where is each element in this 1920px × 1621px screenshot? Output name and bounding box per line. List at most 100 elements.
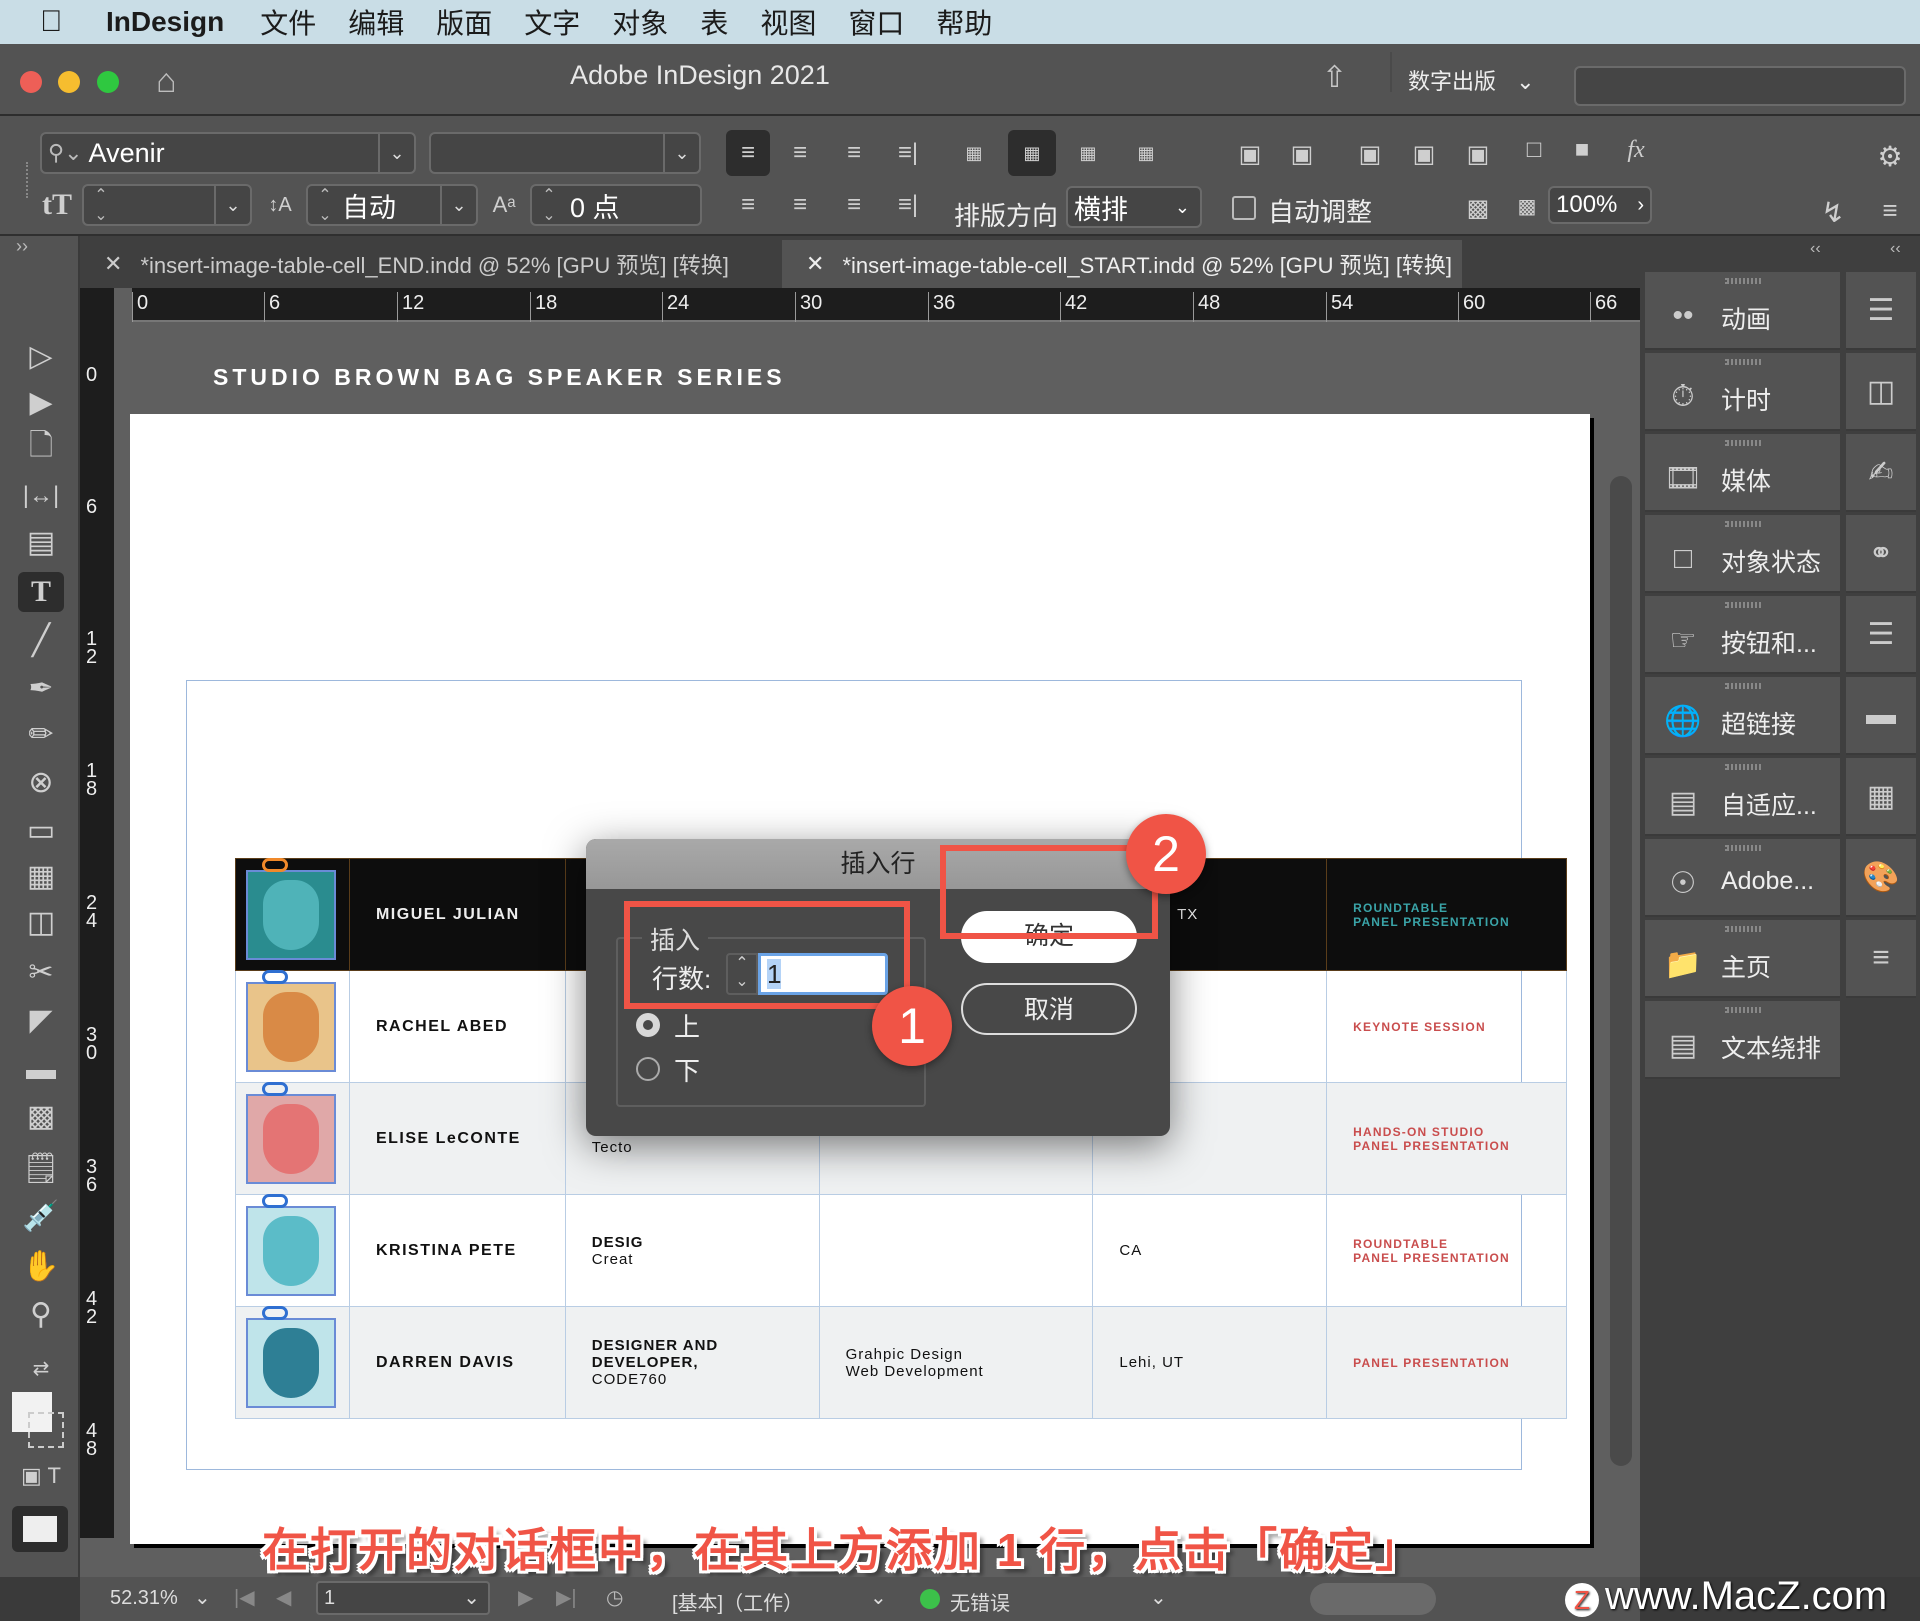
gradient-swatch-tool-icon[interactable]: ▬ — [18, 1050, 64, 1090]
session-cell[interactable]: ROUNDTABLE PANEL PRESENTATION — [1326, 1194, 1567, 1307]
menu-view[interactable]: 视图 — [760, 2, 816, 42]
content-collector-icon[interactable]: ▤ — [18, 522, 64, 562]
selection-tool-icon[interactable]: ▷ — [18, 336, 64, 376]
vertical-scrollbar[interactable] — [1610, 476, 1632, 1466]
drop-shadow-icon[interactable]: ■ — [1562, 130, 1602, 170]
tab-end-document[interactable]: ✕ *insert-image-table-cell_END.indd @ 52… — [80, 240, 780, 288]
last-page-icon[interactable]: ▶| — [556, 1585, 577, 1610]
menu-object[interactable]: 对象 — [612, 2, 668, 42]
radio-below[interactable] — [636, 1057, 660, 1081]
grid-middle-icon[interactable]: ▦ — [1008, 130, 1056, 176]
hand-tool-icon[interactable]: ✋ — [18, 1246, 64, 1286]
font-style-field[interactable]: ⌄ — [429, 132, 701, 174]
radio-above[interactable] — [636, 1013, 660, 1037]
swap-fill-stroke-icon[interactable]: ⇄ — [18, 1348, 64, 1388]
layers-icon[interactable]: ☰ — [1846, 596, 1916, 674]
gap-tool-icon[interactable]: |↔| — [18, 476, 64, 516]
panel-grip[interactable] — [1725, 359, 1761, 365]
page-tool-icon[interactable]: 🗋 — [18, 428, 64, 468]
content-aware-fit-icon[interactable]: ▩ — [1456, 188, 1500, 228]
panel-grip[interactable] — [26, 162, 30, 198]
effects-icon[interactable]: fx — [1616, 130, 1656, 170]
horizontal-scrollbar[interactable] — [1310, 1583, 1436, 1615]
align-right-icon[interactable]: ≡ — [832, 130, 876, 176]
swatches-icon[interactable]: ▦ — [1846, 758, 1916, 836]
grid-tool-icon[interactable]: ◫ — [18, 902, 64, 942]
title-cell[interactable]: DESIGNER AND DEVELOPER, CODE760 — [564, 1306, 820, 1419]
properties-icon[interactable]: ☰ — [1846, 272, 1916, 350]
panel-grip[interactable] — [1725, 926, 1761, 932]
zoom-level[interactable]: 52.31% — [110, 1587, 178, 1610]
gradient-icon[interactable]: ▬ — [1846, 677, 1916, 755]
name-cell[interactable]: ELISE LeCONTE — [348, 1082, 566, 1195]
session-cell[interactable]: HANDS-ON STUDIO PANEL PRESENTATION — [1326, 1082, 1567, 1195]
ellipse-frame-tool-icon[interactable]: ⊗ — [18, 762, 64, 802]
align-left-icon[interactable]: ≡ — [726, 130, 770, 176]
stepper-icon[interactable]: ⌃ ⌄ — [308, 185, 342, 225]
direct-selection-tool-icon[interactable]: ▶ — [18, 382, 64, 422]
menu-type[interactable]: 文字 — [524, 2, 580, 42]
justify-left-icon[interactable]: ≡ — [726, 182, 770, 228]
stepper-icon[interactable]: ⌃ ⌄ — [532, 185, 566, 225]
eyedropper-tool-icon[interactable]: 💉 — [18, 1196, 64, 1236]
font-family-field[interactable]: ⚲⌄ Avenir ⌄ — [40, 132, 416, 174]
horizontal-ruler[interactable]: 0 6 12 18 24 30 36 42 48 54 60 66 — [132, 288, 1640, 322]
line-tool-icon[interactable]: ╱ — [18, 620, 64, 660]
menu-layout[interactable]: 版面 — [436, 2, 492, 42]
links-icon[interactable]: ⚭ — [1846, 515, 1916, 593]
workspace-switcher[interactable]: 数字出版 ⌄ — [1408, 64, 1535, 96]
scissors-tool-icon[interactable]: ✂ — [18, 952, 64, 992]
avatar[interactable] — [246, 857, 336, 960]
baseline-shift-field[interactable]: ⌃ ⌄ 0 点 — [530, 184, 702, 226]
justify-center-icon[interactable]: ≡ — [778, 182, 822, 228]
fill-frame-proportionally-icon[interactable]: ▣ — [1348, 132, 1392, 176]
quick-apply-icon[interactable]: ↯ — [1818, 192, 1848, 232]
collapse-panel-icon[interactable]: ‹‹ — [1810, 240, 1821, 258]
chevron-right-icon[interactable]: › — [1637, 194, 1644, 217]
free-transform-tool-icon[interactable]: ◤ — [18, 1000, 64, 1040]
avatar[interactable] — [246, 1305, 336, 1408]
formatting-container-icon[interactable]: ▣ T — [18, 1456, 64, 1496]
session-cell[interactable]: PANEL PRESENTATION — [1326, 1306, 1567, 1419]
chevron-down-icon[interactable]: ⌄ — [194, 1585, 211, 1610]
grid-top-icon[interactable]: ▦ — [952, 130, 996, 176]
rectangle-tool-icon[interactable]: ▭ — [18, 810, 64, 850]
gear-icon[interactable]: ⚙ — [1872, 138, 1908, 174]
panel-item-liquid-layout[interactable]: ▤ 自适应... — [1645, 758, 1840, 836]
chevron-down-icon[interactable]: ⌄ — [1150, 1585, 1167, 1610]
panel-grip[interactable] — [1725, 764, 1761, 770]
center-content-icon[interactable]: ▣ — [1456, 132, 1500, 176]
page-number-field[interactable]: 1 ⌄ — [316, 1581, 490, 1615]
menu-help[interactable]: 帮助 — [936, 2, 992, 42]
pages-split-icon[interactable]: ◫ — [1846, 353, 1916, 431]
previous-page-icon[interactable]: ◀ — [276, 1585, 291, 1610]
tab-start-document[interactable]: ✕ *insert-image-table-cell_START.indd @ … — [782, 240, 1462, 288]
table-tool-icon[interactable]: ▦ — [18, 856, 64, 896]
document-status-icon[interactable]: ◷ — [606, 1585, 623, 1610]
panel-item-object-states[interactable]: □ 对象状态 — [1645, 515, 1840, 593]
menu-icon[interactable]: ≡ — [1846, 920, 1916, 998]
table-row[interactable]: DARREN DAVIS DESIGNER AND DEVELOPER, CODE7… — [235, 1305, 1567, 1419]
grid-bottom-icon[interactable]: ▦ — [1066, 130, 1110, 176]
color-theme-icon[interactable]: 🎨 — [1846, 839, 1916, 917]
grid-justify-icon[interactable]: ▦ — [1124, 130, 1168, 176]
panel-grip[interactable] — [1725, 602, 1761, 608]
font-size-field[interactable]: ⌃ ⌄ ⌄ — [82, 184, 252, 226]
cancel-button[interactable]: 取消 — [961, 983, 1137, 1035]
panel-item-animation[interactable]: •• 动画 — [1645, 272, 1840, 350]
skills-cell[interactable]: Grahpic Design Web Development — [818, 1306, 1094, 1419]
panel-item-timing[interactable]: ⏱ 计时 — [1645, 353, 1840, 431]
chevron-down-icon[interactable]: ⌄ — [870, 1585, 887, 1610]
panel-grip[interactable] — [1725, 1007, 1761, 1013]
collapse-tools-icon[interactable]: ›› — [16, 236, 28, 257]
avatar[interactable] — [246, 1193, 336, 1296]
name-cell[interactable]: KRISTINA PETE — [348, 1194, 566, 1307]
location-cell[interactable]: Lehi, UT — [1092, 1306, 1328, 1419]
search-input[interactable] — [1574, 66, 1906, 106]
panel-grip[interactable] — [1725, 440, 1761, 446]
avatar[interactable] — [246, 969, 336, 1072]
panel-item-pages[interactable]: 📁 主页 — [1645, 920, 1840, 998]
fit-content-proportionally-icon[interactable]: ▣ — [1280, 132, 1324, 176]
avatar-cell[interactable] — [235, 857, 350, 971]
close-tab-icon[interactable]: ✕ — [104, 251, 122, 277]
